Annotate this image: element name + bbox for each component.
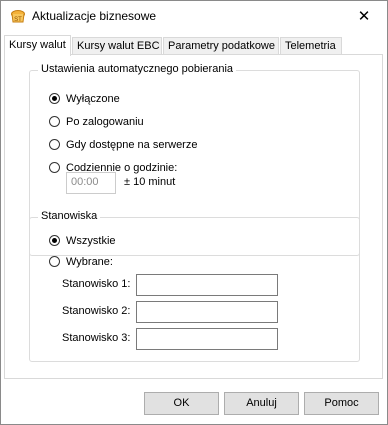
radio-when-available-option[interactable]: Gdy dostępne na serwerze bbox=[49, 138, 197, 154]
radio-disabled-option[interactable]: Wyłączone bbox=[49, 92, 120, 108]
tab-kursy-walut-ebc[interactable]: Kursy walut EBC bbox=[72, 37, 162, 54]
ok-button[interactable]: OK bbox=[144, 392, 219, 415]
radio-button[interactable] bbox=[49, 138, 60, 150]
close-icon: ✕ bbox=[357, 8, 371, 25]
radio-label: Wybrane: bbox=[66, 256, 113, 268]
workstation-2-label: Stanowisko 2: bbox=[62, 305, 131, 317]
radio-label: Wyłączone bbox=[66, 93, 120, 105]
tab-kursy-walut[interactable]: Kursy walut bbox=[4, 35, 71, 56]
radio-label: Wszystkie bbox=[66, 235, 116, 247]
workstation-3-label: Stanowisko 3: bbox=[62, 332, 131, 344]
radio-button[interactable] bbox=[49, 234, 60, 246]
tolerance-label: ± 10 minut bbox=[124, 176, 176, 188]
workstations-legend: Stanowiska bbox=[38, 210, 101, 222]
svg-text:ST: ST bbox=[14, 17, 22, 23]
help-button[interactable]: Pomoc bbox=[304, 392, 379, 415]
app-logo-icon: ST bbox=[10, 9, 26, 25]
title-bar: ST Aktualizacje biznesowe ✕ bbox=[1, 1, 387, 32]
tab-panel: Ustawienia automatycznego pobierania Wył… bbox=[4, 54, 383, 379]
tab-telemetria[interactable]: Telemetria bbox=[280, 37, 342, 54]
cancel-button[interactable]: Anuluj bbox=[224, 392, 299, 415]
dialog-window: ST Aktualizacje biznesowe ✕ Kursy walut … bbox=[0, 0, 388, 425]
workstation-2-input[interactable] bbox=[136, 301, 278, 323]
tab-parametry-podatkowe[interactable]: Parametry podatkowe bbox=[163, 37, 279, 54]
radio-selected-workstations[interactable]: Wybrane: bbox=[49, 255, 113, 271]
radio-button[interactable] bbox=[49, 161, 60, 173]
workstation-1-input[interactable] bbox=[136, 274, 278, 296]
auto-download-legend: Ustawienia automatycznego pobierania bbox=[38, 63, 237, 75]
workstation-1-label: Stanowisko 1: bbox=[62, 278, 131, 290]
radio-all-workstations[interactable]: Wszystkie bbox=[49, 234, 116, 250]
window-title: Aktualizacje biznesowe bbox=[32, 9, 157, 23]
workstations-group: Stanowiska Wszystkie Wybrane: Stanowisko… bbox=[29, 210, 360, 362]
time-input[interactable]: 00:00 bbox=[66, 172, 116, 194]
radio-label: Gdy dostępne na serwerze bbox=[66, 139, 198, 151]
radio-after-login-option[interactable]: Po zalogowaniu bbox=[49, 115, 144, 131]
workstation-3-input[interactable] bbox=[136, 328, 278, 350]
close-button[interactable]: ✕ bbox=[341, 1, 387, 32]
radio-label: Po zalogowaniu bbox=[66, 116, 144, 128]
radio-button[interactable] bbox=[49, 92, 60, 104]
radio-button[interactable] bbox=[49, 115, 60, 127]
radio-button[interactable] bbox=[49, 255, 60, 267]
